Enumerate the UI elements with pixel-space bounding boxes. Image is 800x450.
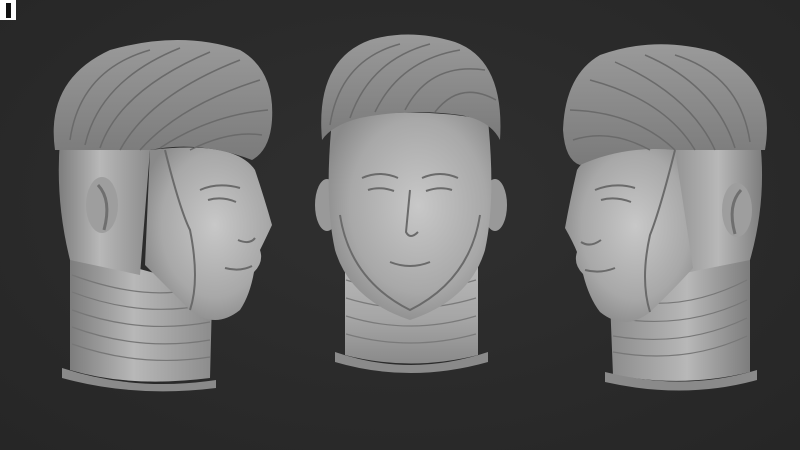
ear — [86, 177, 118, 233]
sculpt-viewport — [0, 0, 800, 450]
head-sculpt-left-view — [40, 0, 280, 395]
hair — [53, 40, 273, 160]
hair — [563, 44, 767, 165]
corner-mark-glyph — [6, 3, 11, 18]
ear — [722, 183, 752, 237]
corner-mark — [0, 0, 16, 20]
head-sculpt-right-view — [555, 0, 780, 395]
head-sculpt-front-view — [310, 0, 510, 375]
